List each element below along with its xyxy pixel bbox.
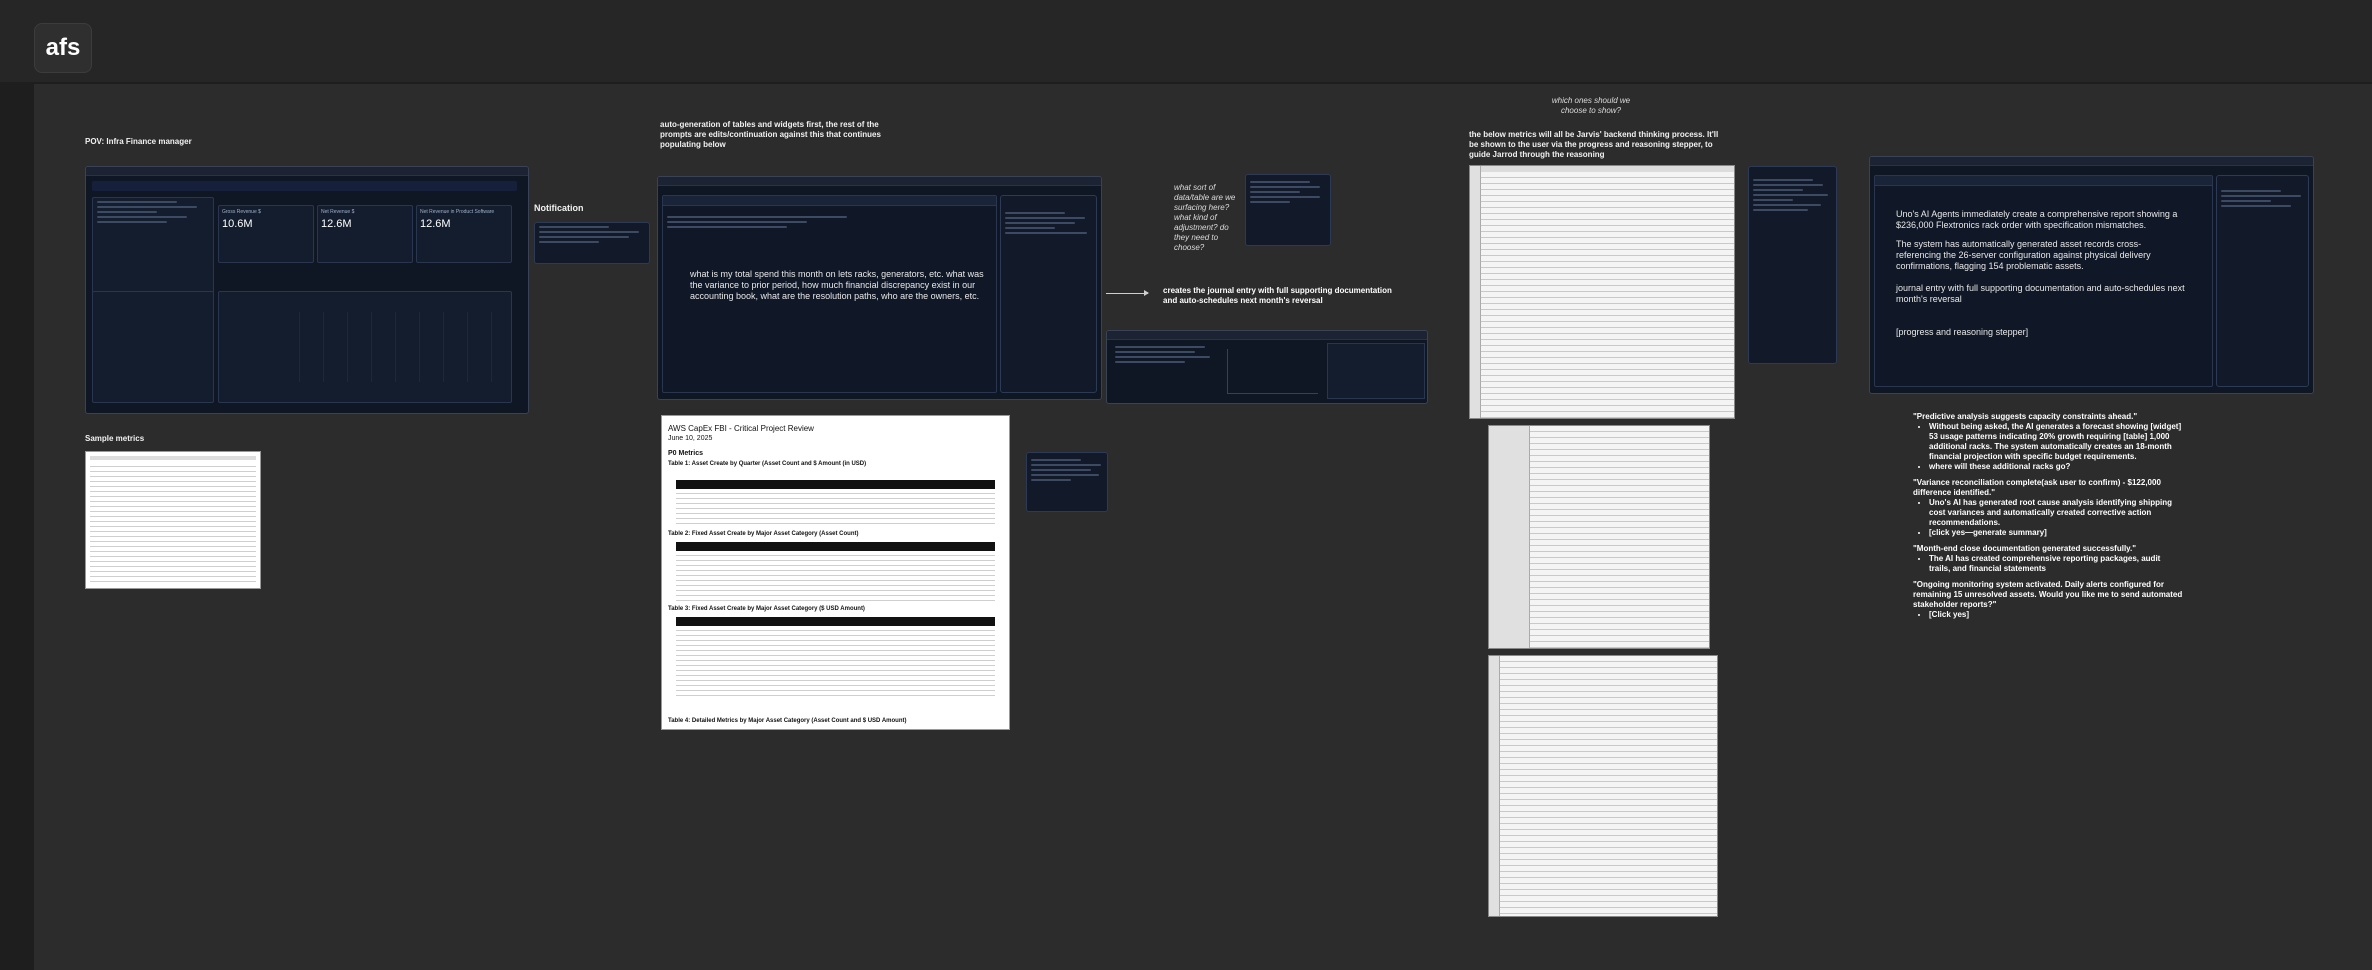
dashboard-screenshot[interactable]: Gross Revenue $ 10.6M Net Revenue $ 12.6… — [85, 166, 529, 414]
jarvis-stepper-panel[interactable] — [1748, 166, 1837, 364]
jarvis-result-side-panel[interactable] — [2216, 175, 2309, 387]
reasoning-sheet-1[interactable] — [1469, 165, 1735, 419]
jarvis-followup-card[interactable] — [1026, 452, 1108, 512]
jarvis-message-3: journal entry with full supporting docum… — [1896, 283, 2185, 304]
kpi-card-1[interactable]: Gross Revenue $ 10.6M — [218, 205, 314, 263]
notification-label: Notification — [534, 203, 584, 213]
kpi-card-2[interactable]: Net Revenue $ 12.6M — [317, 205, 413, 263]
jarvis-reply-card[interactable] — [1245, 174, 1331, 246]
user-prompt: what is my total spend this month on let… — [690, 269, 984, 301]
reasoning-sheet-2[interactable] — [1488, 425, 1710, 649]
jarvis-result-screen[interactable]: Uno's AI Agents immediately create a com… — [1869, 156, 2314, 394]
top-bar: afs — [0, 0, 2372, 82]
app-logo[interactable]: afs — [34, 23, 92, 73]
which-ones-note: which ones should we choose to show? — [1551, 96, 1631, 115]
jarvis-side-panel[interactable] — [1000, 195, 1097, 393]
pov-label: POV: Infra Finance manager — [85, 137, 192, 146]
variance-widget[interactable] — [1106, 330, 1428, 404]
notification-card[interactable] — [534, 222, 650, 264]
flow-arrow — [1106, 290, 1149, 296]
reasoning-sheet-3[interactable] — [1488, 655, 1718, 917]
sample-metrics-sheet[interactable] — [85, 451, 261, 589]
auto-gen-label: auto-generation of tables and widgets fi… — [660, 120, 881, 149]
kpi-card-3[interactable]: Net Revenue in Product Software 12.6M — [416, 205, 512, 263]
capex-report[interactable]: AWS CapEx FBI - Critical Project Review … — [661, 415, 1010, 730]
what-sort-note: what sort of data/table are we surfacing… — [1174, 183, 1236, 252]
jarvis-query-screen[interactable]: what is my total spend this month on let… — [657, 176, 1102, 400]
action-bullets: "Predictive analysis suggests capacity c… — [1913, 412, 2183, 620]
jarvis-message-1: Uno's AI Agents immediately create a com… — [1896, 209, 2178, 230]
jarvis-message-2: The system has automatically generated a… — [1896, 239, 2151, 271]
backend-thinking-label: the below metrics will all be Jarvis' ba… — [1469, 130, 1719, 159]
sample-metrics-label: Sample metrics — [85, 434, 145, 443]
journal-entry-label: creates the journal entry with full supp… — [1163, 286, 1392, 305]
stepper-placeholder: [progress and reasoning stepper] — [1896, 327, 2029, 337]
